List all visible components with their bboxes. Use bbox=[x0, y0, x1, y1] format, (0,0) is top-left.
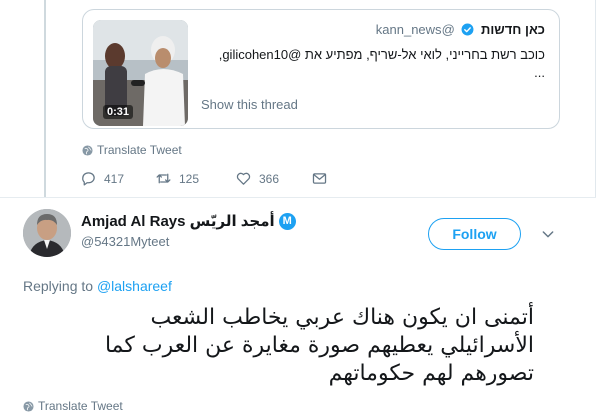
translate-tweet-label: Translate Tweet bbox=[38, 399, 123, 413]
like-action[interactable]: 366 bbox=[235, 170, 279, 187]
retweet-count: 125 bbox=[179, 171, 200, 186]
video-duration: 0:31 bbox=[103, 105, 134, 119]
author-name-row[interactable]: Amjad Al Rays أمجد الريّس M bbox=[81, 210, 296, 232]
quoted-tweet-ellipsis: ... bbox=[534, 65, 545, 80]
reply-action[interactable]: 417 bbox=[80, 170, 124, 187]
like-count: 366 bbox=[259, 171, 280, 186]
replying-to-label: Replying to bbox=[23, 278, 94, 294]
translate-tweet-link[interactable]: Translate Tweet bbox=[82, 143, 182, 157]
author-display-name: Amjad Al Rays أمجد الريّس bbox=[81, 213, 275, 230]
thread-connector-line bbox=[44, 0, 46, 200]
avatar-image bbox=[23, 209, 71, 257]
quoted-tweet-header: כאן חדשות @kann_news bbox=[201, 22, 545, 40]
quoted-author-name[interactable]: כאן חדשות bbox=[481, 22, 545, 37]
quoted-tweet-text: כוכב רשת בחרייני, לואי אל-שריף, מפתיע את… bbox=[218, 47, 545, 62]
quoted-author-handle[interactable]: @kann_news bbox=[376, 22, 455, 37]
author-handle[interactable]: @54321Myteet bbox=[81, 234, 169, 249]
translate-tweet-label: Translate Tweet bbox=[97, 143, 182, 157]
globe-icon bbox=[82, 144, 93, 156]
m-badge-icon: M bbox=[278, 212, 296, 230]
reply-tweet: Amjad Al Rays أمجد الريّس M @54321Myteet… bbox=[0, 197, 596, 418]
replying-to-line: Replying to @lalshareef bbox=[23, 278, 172, 294]
tweet-text-line: الأسرائيلي يعطيهم صورة مغايرة عن العرب ك… bbox=[104, 333, 534, 358]
quoted-tweet-body: כוכב רשת בחרייני, לואי אל-שריף, מפתיע את… bbox=[201, 46, 545, 82]
previous-tweet: 0:31 כאן חדשות @kann_news כוכב רשת בחריי… bbox=[0, 0, 600, 200]
retweet-action[interactable]: 125 bbox=[155, 170, 199, 187]
heart-icon bbox=[236, 172, 251, 185]
direct-message-action[interactable] bbox=[311, 170, 335, 187]
tweet-text-line: تصورهم لهم حكوماتهم bbox=[328, 361, 534, 386]
tweet-action-bar: 417 125 366 bbox=[80, 170, 340, 192]
tweet-text: أتمنى ان يكون هناك عربي يخاطب الشعب الأس… bbox=[23, 304, 534, 388]
quoted-tweet-card[interactable]: 0:31 כאן חדשות @kann_news כוכב רשת בחריי… bbox=[82, 9, 560, 129]
show-thread-link[interactable]: Show this thread bbox=[201, 97, 298, 112]
avatar[interactable] bbox=[23, 209, 71, 257]
translate-reply-link[interactable]: Translate Tweet bbox=[23, 399, 123, 413]
tweet-text-line: أتمنى ان يكون هناك عربي يخاطب الشعب bbox=[150, 305, 534, 330]
reply-icon bbox=[82, 172, 95, 186]
video-thumbnail[interactable]: 0:31 bbox=[93, 20, 188, 126]
replying-to-mention[interactable]: @lalshareef bbox=[97, 278, 172, 294]
chevron-down-icon[interactable] bbox=[540, 226, 556, 242]
verified-badge-icon bbox=[461, 23, 474, 36]
retweet-icon bbox=[156, 173, 171, 184]
envelope-icon bbox=[312, 173, 327, 184]
reply-count: 417 bbox=[104, 171, 125, 186]
globe-icon bbox=[23, 400, 34, 412]
follow-button[interactable]: Follow bbox=[428, 218, 521, 250]
